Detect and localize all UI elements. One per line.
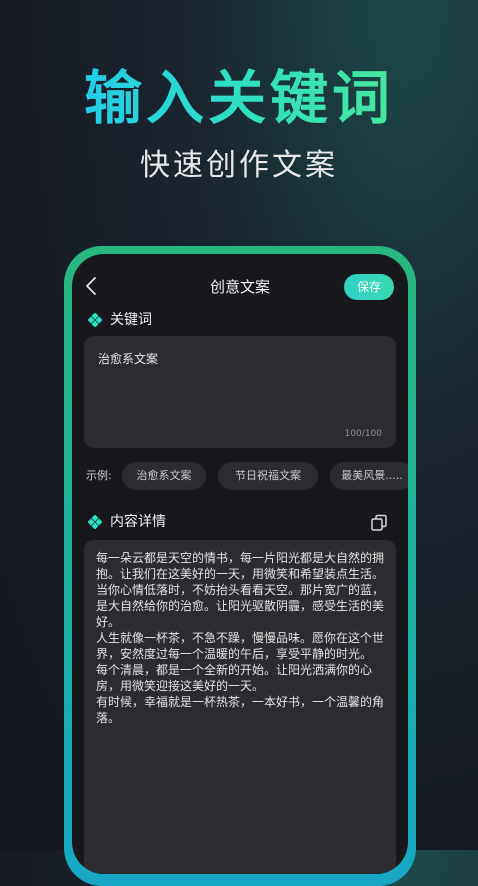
- save-button[interactable]: 保存: [344, 274, 394, 300]
- diamond-icon: [88, 515, 102, 529]
- example-chip[interactable]: 治愈系文案: [122, 462, 206, 490]
- keyword-section-header: 关键词: [88, 310, 208, 330]
- content-section-header: 内容详情: [88, 512, 228, 532]
- example-chip[interactable]: 节日祝福文案: [218, 462, 318, 490]
- keyword-value: 治愈系文案: [98, 352, 159, 366]
- examples-label: 示例:: [86, 469, 112, 482]
- diamond-icon: [88, 313, 102, 327]
- promo-headline: 输入关键词: [0, 62, 478, 134]
- keyword-label: 关键词: [110, 312, 152, 328]
- keyword-char-counter: 100/100: [344, 429, 382, 439]
- promo-subtitle: 快速创作文案: [140, 148, 338, 183]
- copy-icon[interactable]: [370, 514, 388, 532]
- phone-screen: 创意文案 保存 关键词 治愈系文案 100/100 示例: 治愈系文案 节日祝福…: [72, 254, 408, 874]
- content-text: 每一朵云都是天空的情书，每一片阳光都是大自然的拥抱。让我们在这美好的一天，用微笑…: [96, 551, 385, 725]
- app-topbar: 创意文案 保存: [72, 254, 408, 316]
- keyword-input[interactable]: 治愈系文案 100/100: [84, 336, 396, 448]
- content-label: 内容详情: [110, 514, 166, 530]
- content-textarea[interactable]: 每一朵云都是天空的情书，每一片阳光都是大自然的拥抱。让我们在这美好的一天，用微笑…: [84, 540, 396, 874]
- example-chip[interactable]: 最美风景.....: [330, 462, 408, 490]
